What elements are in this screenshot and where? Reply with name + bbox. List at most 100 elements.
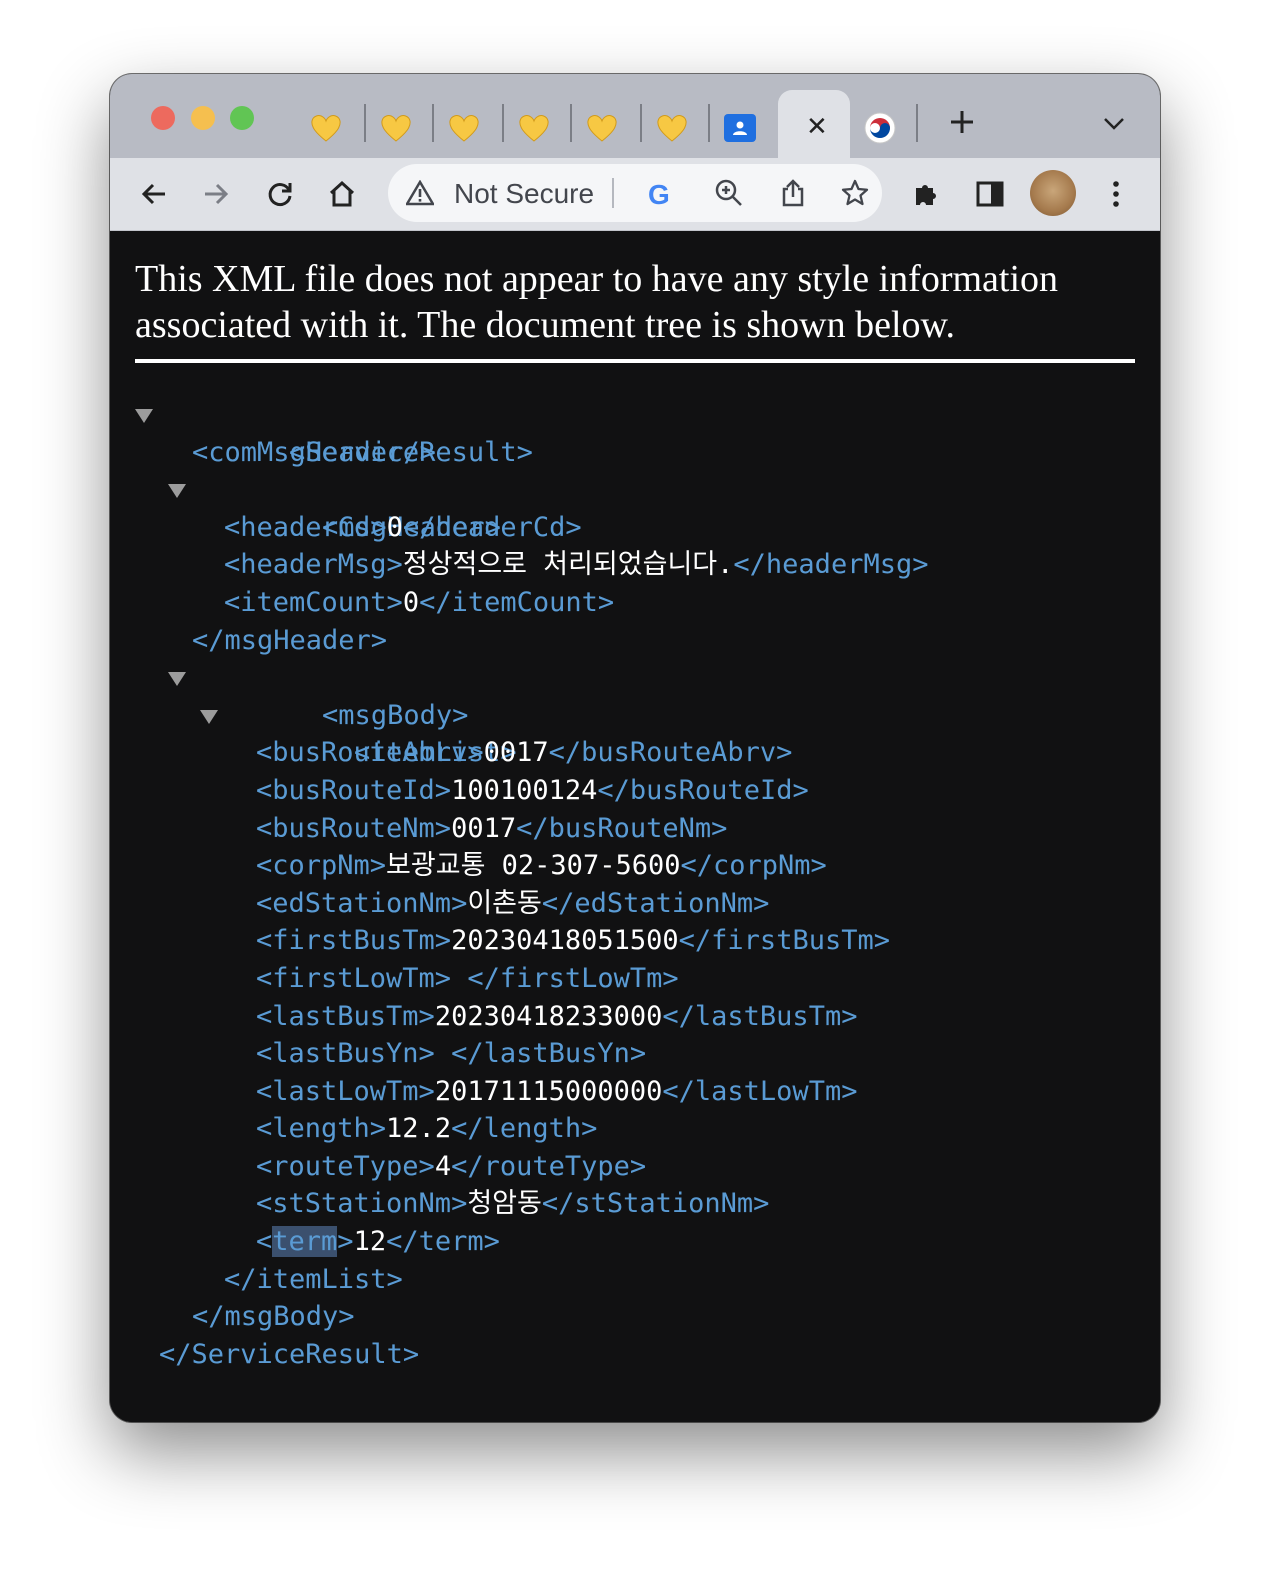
xml-line-itemlist-close: </itemList> [135,1261,928,1299]
xml-line-edstationnm: <edStationNm>이촌동</edStationNm> [135,885,928,923]
xml-tag: </edStationNm> [541,887,770,919]
address-bar[interactable]: Not Secure G [388,164,882,222]
home-button[interactable] [324,176,360,212]
collapse-triangle-icon[interactable] [135,409,153,423]
xml-tag: <comMsgHeader/> [192,436,436,468]
star-icon [841,179,869,206]
xml-tag: <headerMsg> [224,549,403,581]
xml-line-itemlist-open: <itemList> [135,697,928,768]
xml-tag: <routeType> [256,1150,435,1182]
xml-tag: <lastBusYn> [256,1038,435,1070]
arrow-left-icon [141,183,165,205]
xml-line-length: <length>12.2</length> [135,1110,928,1148]
xml-tag: <headerCd> [224,511,387,543]
xml-tag: </stStationNm> [541,1188,770,1220]
xml-line-lastbustm: <lastBusTm>20230418233000</lastBusTm> [135,998,928,1036]
xml-line-ststationnm: <stStationNm>청암동</stStationNm> [135,1185,928,1223]
xml-tag: </headerMsg> [733,549,929,581]
xml-value: 정상적으로 처리되었습니다. [402,549,734,581]
xml-tag: > [337,1226,354,1258]
side-panel-button[interactable] [972,176,1008,212]
xml-line-corpnm: <corpNm>보광교통 02-307-5600</corpNm> [135,847,928,885]
share-button[interactable] [778,178,808,212]
close-window-button[interactable] [151,106,175,130]
tab-7[interactable] [720,108,760,148]
xml-line-lastbusyn: <lastBusYn> </lastBusYn> [135,1035,928,1073]
yellow-heart-icon [311,115,341,142]
xml-value: 0 [402,586,420,618]
xml-value: 청암동 [467,1188,542,1220]
tab-separator [364,104,366,142]
xml-line-busrouteabrv: <busRouteAbrv>0017</busRouteAbrv> [135,734,928,772]
xml-value [451,963,467,994]
collapse-triangle-icon[interactable] [200,709,218,724]
xml-tag: </firstBusTm> [678,925,890,957]
xml-line-firstlowtm: <firstLowTm> </firstLowTm> [135,960,928,998]
tab-9[interactable] [860,108,900,148]
tab-separator [708,104,710,142]
tab-search-button[interactable] [1103,116,1125,135]
xml-tag: </ServiceResult> [159,1338,420,1370]
xml-tag: </term> [386,1226,500,1258]
xml-line-headercd: <headerCd>0</headerCd> [135,509,928,547]
xml-tag: <itemCount> [224,586,403,618]
xml-tag: < [256,1226,273,1258]
new-tab-button[interactable] [946,106,978,142]
zoom-window-button[interactable] [230,106,254,130]
selected-text[interactable]: term [272,1226,338,1258]
tab-strip: ✕ [110,74,1160,158]
back-button[interactable] [136,176,172,212]
omnibox-divider [612,178,614,208]
xml-line-itemcount: <itemCount>0</itemCount> [135,584,928,622]
tab-4[interactable] [514,108,554,148]
collapse-triangle-icon[interactable] [168,484,186,499]
tab-separator [640,104,642,142]
tab-5[interactable] [582,108,622,148]
xml-tag: </lastLowTm> [662,1075,858,1107]
tab-6[interactable] [652,108,692,148]
xml-value [435,1038,451,1069]
xml-tag: <stStationNm> [256,1188,468,1220]
close-icon[interactable]: ✕ [806,114,828,140]
xml-line-lastlowtm: <lastLowTm>20171115000000</lastLowTm> [135,1073,928,1111]
plus-icon [951,111,973,133]
tab-3[interactable] [444,108,484,148]
browser-menu-button[interactable] [1098,176,1134,212]
xml-line-msgheader-close: </msgHeader> [135,622,928,660]
xml-tag: </msgBody> [192,1301,355,1333]
xml-tag: <edStationNm> [256,887,468,919]
tab-separator [916,104,918,142]
arrow-right-icon [205,183,229,205]
xml-tag: <lastLowTm> [256,1075,435,1107]
yellow-heart-icon [449,115,479,142]
xml-tag: </lastBusTm> [662,1000,858,1032]
google-icon[interactable]: G [648,179,670,211]
xml-tag: <firstBusTm> [256,925,452,957]
forward-button[interactable] [198,176,234,212]
extensions-button[interactable] [908,176,944,212]
zoom-button[interactable] [714,178,744,212]
bookmark-button[interactable] [840,178,870,212]
tab-separator [502,104,504,142]
korea-flag-icon [864,112,896,144]
xml-value: 20230418233000 [434,1000,663,1032]
yellow-heart-icon [519,115,549,142]
collapse-triangle-icon[interactable] [168,672,186,687]
xml-line-msgbody-open: <msgBody> [135,659,928,731]
reload-button[interactable] [262,176,298,212]
security-status[interactable]: Not Secure [454,178,594,210]
tab-active[interactable]: ✕ [778,90,850,158]
puzzle-icon [916,185,936,205]
xml-notice: This XML file does not appear to have an… [135,258,1059,346]
xml-tag: </corpNm> [680,850,827,882]
minimize-window-button[interactable] [191,106,215,130]
xml-tag: <busRouteAbrv> [256,737,484,769]
toolbar: Not Secure G [110,158,1160,231]
xml-tag: </busRouteId> [597,774,809,806]
profile-avatar[interactable] [1030,170,1076,216]
xml-value: 0017 [451,812,517,844]
xml-value: 4 [434,1150,452,1182]
xml-line-term: <term>12</term> [135,1223,928,1261]
tab-2[interactable] [376,108,416,148]
tab-1[interactable] [306,108,346,148]
